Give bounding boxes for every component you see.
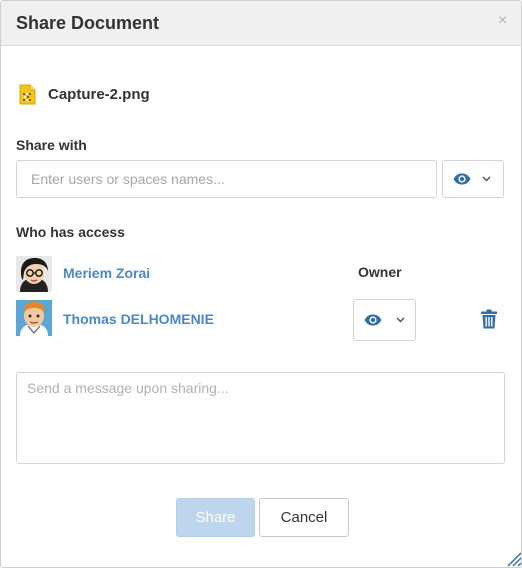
share-with-label: Share with [16, 137, 87, 153]
trash-icon[interactable] [480, 309, 498, 329]
user-name-link[interactable]: Thomas DELHOMENIE [63, 311, 214, 327]
share-button[interactable]: Share [176, 498, 255, 537]
share-with-input[interactable] [16, 160, 437, 198]
owner-role-label: Owner [358, 264, 402, 280]
access-user-row: Meriem Zorai [16, 256, 316, 292]
chevron-down-icon [482, 176, 491, 182]
file-name: Capture-2.png [48, 86, 150, 103]
image-file-icon [19, 84, 36, 105]
cancel-button[interactable]: Cancel [259, 498, 349, 537]
user-name-link[interactable]: Meriem Zorai [63, 265, 150, 281]
eye-icon [364, 314, 382, 326]
chevron-down-icon [396, 317, 405, 323]
share-permission-select[interactable] [442, 160, 504, 198]
avatar-icon [16, 256, 52, 292]
eye-icon [453, 173, 471, 185]
dialog-title: Share Document [16, 13, 160, 33]
avatar-icon [16, 300, 52, 336]
access-user-row: Thomas DELHOMENIE [16, 300, 316, 336]
user-permission-select[interactable] [353, 299, 416, 341]
resize-handle-icon[interactable] [504, 549, 522, 567]
dialog-header: Share Document × [1, 1, 521, 46]
who-has-access-label: Who has access [16, 224, 125, 240]
close-icon[interactable]: × [498, 12, 507, 30]
share-document-dialog: Share Document × Capture-2.png Share wit… [0, 0, 522, 568]
share-message-textarea[interactable] [16, 372, 505, 464]
